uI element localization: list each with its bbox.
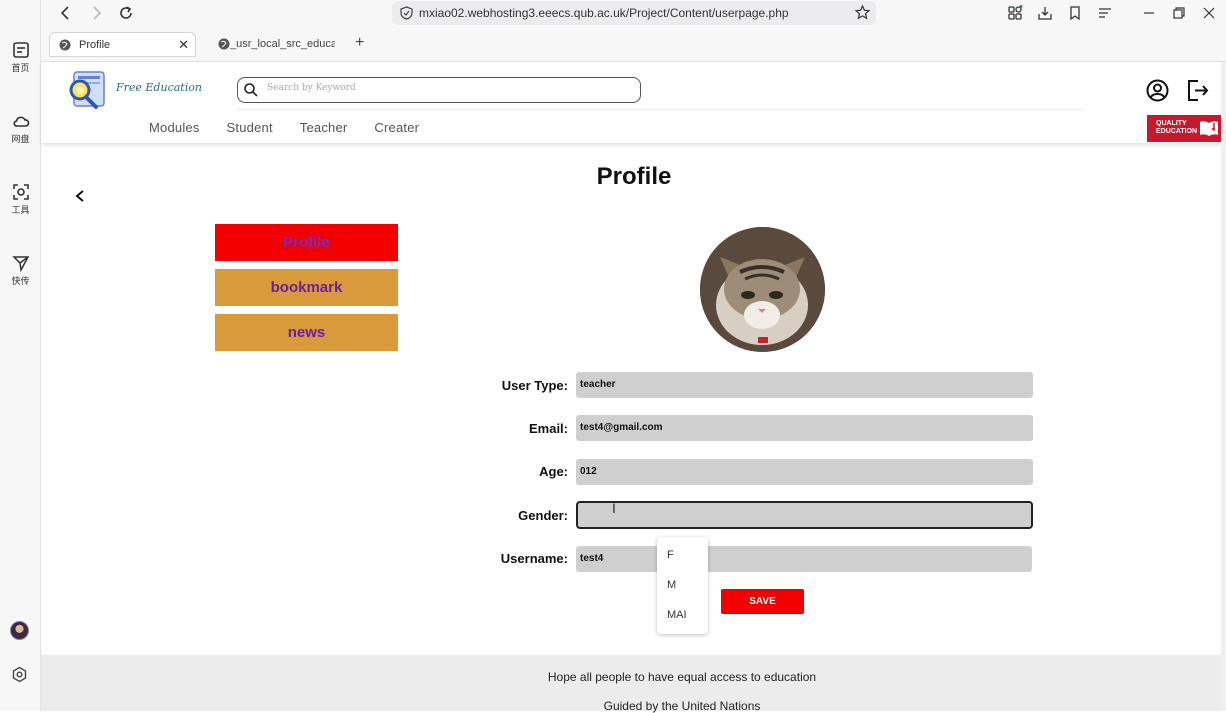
- age-field[interactable]: 012: [576, 459, 1033, 485]
- nav-modules[interactable]: Modules: [149, 120, 200, 135]
- menu-bookmark-button[interactable]: bookmark: [215, 269, 398, 306]
- rail-label-tools: 工具: [11, 206, 30, 216]
- browser-toolbar: mxiao02.webhosting3.eeecs.qub.ac.uk/Proj…: [41, 0, 1226, 26]
- user-type-field[interactable]: teacher: [576, 372, 1033, 398]
- close-tab-icon[interactable]: ✕: [178, 37, 189, 53]
- restore-icon[interactable]: [1171, 5, 1187, 21]
- gender-option-m[interactable]: M: [667, 579, 676, 591]
- rail-item-home[interactable]: 首页: [0, 41, 41, 74]
- rail-label-home: 首页: [11, 64, 30, 74]
- reload-icon[interactable]: [117, 4, 135, 22]
- site-footer: Hope all people to have equal access to …: [41, 655, 1226, 713]
- shield-icon: [400, 6, 413, 20]
- back-icon[interactable]: [57, 4, 75, 22]
- page-scrollbar[interactable]: [1221, 62, 1226, 711]
- back-arrow-icon[interactable]: [73, 188, 87, 204]
- cloud-icon: [12, 116, 29, 127]
- menu-lines-icon[interactable]: [1097, 5, 1113, 21]
- email-field[interactable]: test4@gmail.com: [576, 415, 1033, 441]
- text-cursor-icon: I: [612, 500, 616, 516]
- age-label: Age:: [539, 464, 568, 479]
- profile-avatar: [700, 227, 825, 352]
- username-label: Username:: [500, 551, 568, 566]
- settings-hex-icon[interactable]: [11, 666, 28, 683]
- forward-icon[interactable]: [87, 4, 105, 22]
- badge-text: QUALITY EDUCATION: [1156, 120, 1198, 135]
- extensions-grid-icon[interactable]: [1007, 5, 1023, 21]
- rail-label-send: 快传: [11, 277, 30, 287]
- quality-education-badge[interactable]: QUALITY EDUCATION: [1147, 115, 1226, 142]
- download-icon[interactable]: [1037, 5, 1053, 21]
- page-title: Profile: [596, 163, 672, 190]
- gender-input[interactable]: [576, 501, 1033, 529]
- tab-strip: Profile ✕ _usr_local_src_education +: [41, 26, 1226, 62]
- bookmark-star-icon[interactable]: [855, 5, 870, 20]
- close-window-icon[interactable]: [1201, 5, 1217, 21]
- nav-student[interactable]: Student: [227, 120, 273, 135]
- user-account-icon[interactable]: [1146, 79, 1169, 102]
- globe-icon: [218, 38, 230, 50]
- gender-label: Gender:: [518, 508, 568, 523]
- search-icon: [244, 83, 258, 97]
- send-icon: [11, 256, 29, 272]
- menu-profile-button[interactable]: Profile: [215, 224, 398, 261]
- tab-label: _usr_local_src_education: [230, 38, 335, 50]
- education-logo-icon[interactable]: [66, 70, 110, 110]
- gender-option-mai[interactable]: MAI: [667, 609, 687, 621]
- minimize-icon[interactable]: [1141, 5, 1157, 21]
- nav-teacher[interactable]: Teacher: [300, 120, 348, 135]
- tab-profile[interactable]: Profile ✕: [49, 32, 196, 57]
- search-input[interactable]: [267, 83, 627, 93]
- address-bar[interactable]: mxiao02.webhosting3.eeecs.qub.ac.uk/Proj…: [392, 1, 876, 25]
- tools-scan-icon: [12, 184, 29, 200]
- user-type-label: User Type:: [501, 378, 568, 393]
- rail-item-cloud[interactable]: 网盘: [0, 112, 41, 145]
- browser-side-rail: 首页 网盘 工具 快传: [0, 0, 41, 711]
- gender-suggestions-dropdown: F M MAI: [657, 537, 708, 634]
- url-text: mxiao02.webhosting3.eeecs.qub.ac.uk/Proj…: [419, 6, 789, 20]
- open-book-icon: [1200, 121, 1218, 136]
- footer-slogan: Hope all people to have equal access to …: [547, 670, 817, 684]
- tab-label: Profile: [79, 39, 111, 51]
- username-field[interactable]: test4: [576, 546, 1032, 572]
- nav-creater[interactable]: Creater: [374, 120, 419, 135]
- site-header: Free Education Modules Student Teacher C…: [41, 62, 1226, 143]
- globe-icon: [59, 39, 71, 51]
- new-tab-button[interactable]: +: [355, 34, 364, 52]
- gender-option-f[interactable]: F: [667, 549, 674, 561]
- logout-icon[interactable]: [1186, 79, 1210, 102]
- rail-label-cloud: 网盘: [11, 135, 30, 145]
- header-divider: [237, 109, 1084, 110]
- rail-item-send[interactable]: 快传: [0, 254, 41, 287]
- bookmarks-icon[interactable]: [1067, 5, 1083, 21]
- search-box[interactable]: [237, 77, 641, 103]
- menu-news-button[interactable]: news: [215, 314, 398, 351]
- rail-item-tools[interactable]: 工具: [0, 183, 41, 216]
- email-label: Email:: [528, 421, 568, 436]
- home-feed-icon: [12, 42, 29, 58]
- main-nav: Modules Student Teacher Creater: [149, 120, 446, 135]
- tab-usr-local-src[interactable]: _usr_local_src_education: [209, 32, 339, 57]
- logo-text: Free Education: [116, 81, 202, 94]
- save-button[interactable]: SAVE: [721, 589, 804, 614]
- account-avatar[interactable]: [10, 621, 29, 640]
